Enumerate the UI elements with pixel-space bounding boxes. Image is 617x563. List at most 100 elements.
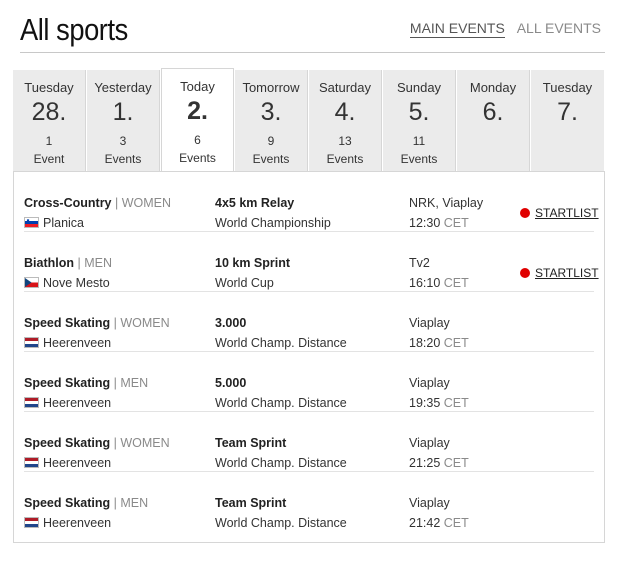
day-name: Today (180, 79, 215, 94)
day-tab[interactable]: Saturday 4. 13 Events (309, 70, 382, 171)
time-value: 21:42 (409, 516, 441, 530)
gender-label: | MEN (77, 256, 112, 270)
day-number: 3. (260, 98, 282, 126)
venue-name: Planica (43, 216, 84, 230)
tv-channels: Viaplay (409, 496, 450, 510)
page-header: All sports MAIN EVENTS ALL EVENTS (20, 10, 605, 53)
start-time: 21:25 CET (409, 456, 469, 470)
event-name: Team Sprint (215, 496, 287, 510)
time-value: 21:25 (409, 456, 441, 470)
event-count-label: Event (33, 152, 65, 166)
day-tab[interactable]: Tomorrow 3. 9 Events (235, 70, 308, 171)
event-name: 5.000 (215, 376, 247, 390)
day-name: Saturday (318, 80, 372, 95)
event-count: 13 (338, 134, 352, 148)
competition-name: World Champ. Distance (215, 336, 347, 350)
timezone: CET (443, 216, 469, 230)
day-number: 6. (482, 98, 504, 126)
tv-channels: Viaplay (409, 376, 450, 390)
competition-name: World Championship (215, 216, 331, 230)
gender-label: | MEN (113, 496, 149, 510)
event-name: 4x5 km Relay (215, 196, 295, 210)
venue-line: Planica (24, 216, 84, 230)
event-row: Speed Skating | WOMEN Heerenveen 3.000 W… (14, 292, 604, 352)
netherlands-flag-icon (24, 457, 39, 468)
day-tab[interactable]: Monday 6. (457, 70, 530, 171)
venue-name: Heerenveen (43, 396, 112, 410)
gender-label: | MEN (113, 376, 149, 390)
venue-name: Heerenveen (43, 336, 112, 350)
day-number: 4. (334, 98, 356, 126)
event-name: 10 km Sprint (215, 256, 291, 270)
sport-line: Speed Skating | MEN (24, 496, 148, 510)
sport-line: Cross-Country | WOMEN (24, 196, 171, 210)
event-list: Cross-Country | WOMEN Planica 4x5 km Rel… (13, 171, 605, 543)
time-value: 18:20 (409, 336, 441, 350)
event-filter: MAIN EVENTS ALL EVENTS (402, 20, 601, 38)
day-tab[interactable]: Sunday 5. 11 Events (383, 70, 456, 171)
startlist-label: STARTLIST (535, 206, 599, 220)
startlist-label: STARTLIST (535, 266, 599, 280)
live-dot-icon (520, 268, 530, 278)
event-count: 9 (267, 134, 275, 148)
day-name: Tomorrow (242, 80, 300, 95)
netherlands-flag-icon (24, 337, 39, 348)
startlist-link[interactable]: STARTLIST (520, 266, 599, 280)
event-count: 1 (45, 134, 53, 148)
slovenia-flag-icon (24, 217, 39, 228)
day-name: Monday (469, 80, 517, 95)
event-count-label: Events (104, 152, 142, 166)
day-number: 7. (557, 98, 578, 126)
sport-line: Speed Skating | MEN (24, 376, 148, 390)
event-row: Cross-Country | WOMEN Planica 4x5 km Rel… (14, 172, 604, 232)
sport-name: Speed Skating (24, 436, 111, 450)
sport-name: Cross-Country (24, 196, 112, 210)
day-tab[interactable]: Yesterday 1. 3 Events (87, 70, 160, 171)
sport-line: Biathlon | MEN (24, 256, 112, 270)
gender-label: | WOMEN (113, 316, 170, 330)
timezone: CET (443, 336, 469, 350)
start-time: 19:35 CET (409, 396, 469, 410)
competition-name: World Cup (215, 276, 274, 290)
event-count-label: Events (400, 152, 438, 166)
venue-name: Heerenveen (43, 456, 112, 470)
netherlands-flag-icon (24, 517, 39, 528)
tv-channels: Viaplay (409, 316, 450, 330)
tv-channels: Tv2 (409, 256, 430, 270)
startlist-link[interactable]: STARTLIST (520, 206, 599, 220)
venue-name: Heerenveen (43, 516, 112, 530)
sport-line: Speed Skating | WOMEN (24, 316, 170, 330)
start-time: 16:10 CET (409, 276, 469, 290)
day-number: 1. (112, 98, 134, 126)
day-name: Tuesday (24, 80, 74, 95)
event-count-label: Events (252, 152, 290, 166)
gender-label: | WOMEN (115, 196, 172, 210)
start-time: 21:42 CET (409, 516, 469, 530)
venue-name: Nove Mesto (43, 276, 110, 290)
live-dot-icon (520, 208, 530, 218)
time-value: 19:35 (409, 396, 441, 410)
venue-line: Heerenveen (24, 396, 111, 410)
day-number: 2. (187, 97, 208, 125)
sport-line: Speed Skating | WOMEN (24, 436, 170, 450)
day-number: 28. (31, 98, 67, 126)
competition-name: World Champ. Distance (215, 396, 347, 410)
all-events-link[interactable]: ALL EVENTS (517, 20, 601, 36)
day-name: Tuesday (542, 80, 593, 95)
tv-channels: Viaplay (409, 436, 450, 450)
day-tab[interactable]: Tuesday 7. (531, 70, 604, 171)
event-name: 3.000 (215, 316, 247, 330)
competition-name: World Champ. Distance (215, 456, 347, 470)
event-count-label: Events (179, 151, 216, 165)
event-count-label: Events (326, 152, 364, 166)
start-time: 18:20 CET (409, 336, 469, 350)
venue-line: Heerenveen (24, 516, 111, 530)
event-name: Team Sprint (215, 436, 287, 450)
day-name: Sunday (396, 80, 442, 95)
page-title: All sports (20, 12, 128, 47)
timezone: CET (443, 456, 469, 470)
main-events-link[interactable]: MAIN EVENTS (409, 20, 505, 38)
day-tab[interactable]: Tuesday 28. 1 Event (13, 70, 86, 171)
event-row: Speed Skating | MEN Heerenveen Team Spri… (14, 472, 604, 532)
day-tab-today[interactable]: Today 2. 6 Events (161, 68, 234, 171)
